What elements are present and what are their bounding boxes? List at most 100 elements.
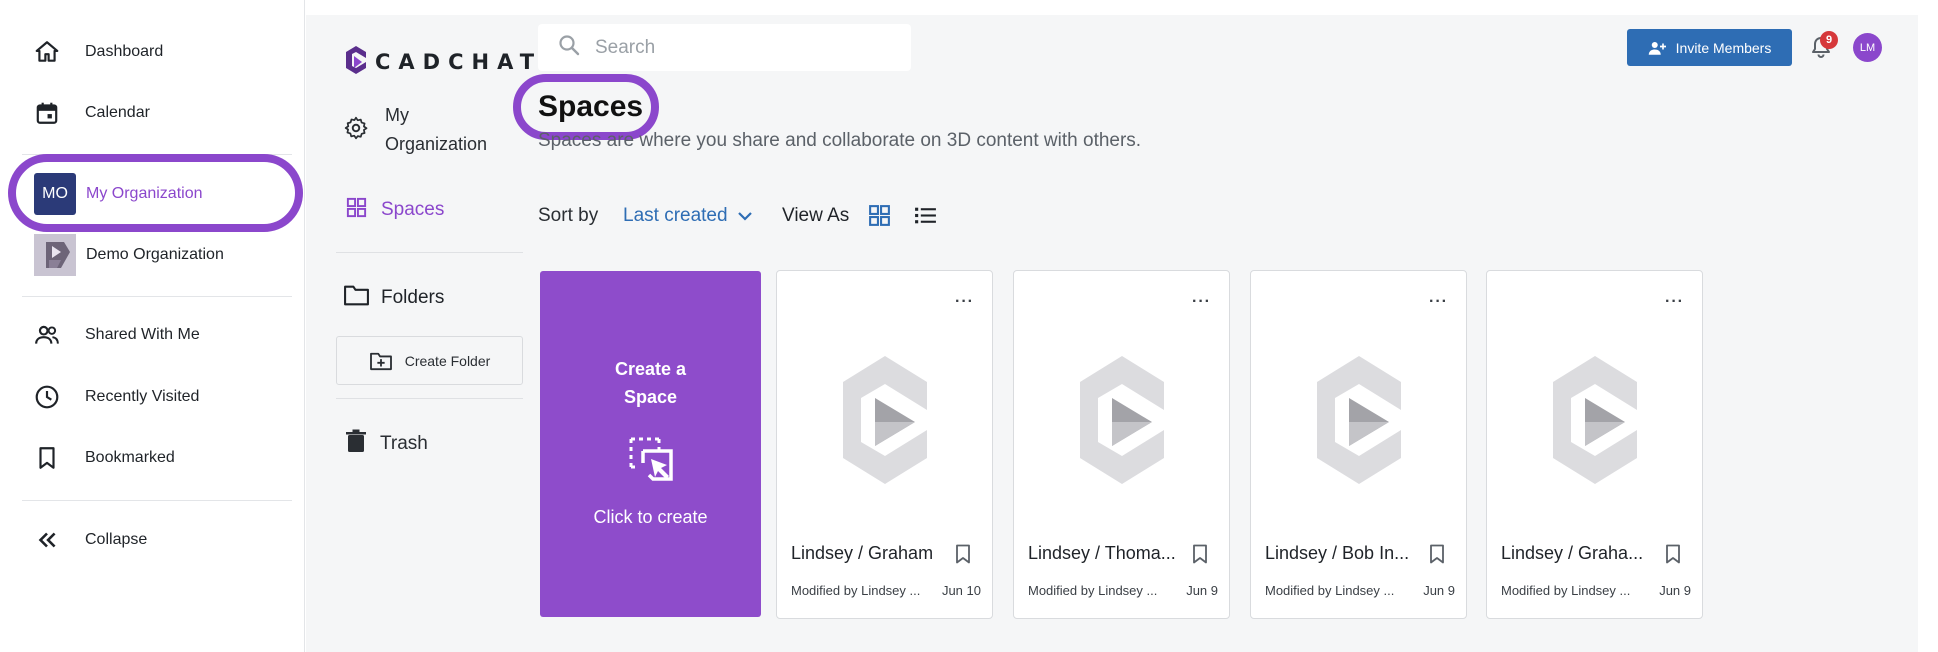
more-options-icon[interactable]: ··· xyxy=(1192,293,1211,311)
page-title: Spaces xyxy=(538,90,644,123)
space-meta: Modified by Lindsey ... Jun 9 xyxy=(1265,583,1455,598)
sidebar-item-calendar[interactable]: Calendar xyxy=(34,93,150,133)
subnav-org-settings[interactable]: My Organization xyxy=(343,101,495,159)
sidebar-org-label: My Organization xyxy=(86,185,203,202)
space-card[interactable]: ··· Lindsey / Thoma... Modified by Linds… xyxy=(1013,270,1230,619)
space-name: Lindsey / Thoma... xyxy=(1028,543,1176,563)
subnav-org-settings-label: My Organization xyxy=(385,105,488,154)
space-thumbnail-logo xyxy=(1313,352,1405,493)
space-name: Lindsey / Graham xyxy=(791,543,934,563)
sidebar-item-label: Shared With Me xyxy=(85,326,200,343)
list-view-button[interactable] xyxy=(913,203,938,233)
create-space-card[interactable]: Create a Space Click to create xyxy=(540,271,761,617)
cadchat-logo-icon xyxy=(346,46,366,74)
space-card[interactable]: ··· Lindsey / Graha... Modified by Linds… xyxy=(1486,270,1703,619)
cadchat-logo[interactable]: CADCHAT xyxy=(343,44,542,80)
bookmark-icon xyxy=(34,445,74,471)
sidebar-item-label: Recently Visited xyxy=(85,388,200,405)
list-view-icon xyxy=(915,207,936,224)
divider xyxy=(336,252,523,253)
grid-view-icon xyxy=(869,205,890,226)
sidebar-org-demo-organization[interactable]: Demo Organization xyxy=(34,233,224,277)
view-as-label: View As xyxy=(782,205,850,226)
space-thumbnail-logo xyxy=(1076,352,1168,493)
space-meta: Modified by Lindsey ... Jun 9 xyxy=(1501,583,1691,598)
invite-members-button[interactable]: Invite Members xyxy=(1627,29,1792,66)
notification-count-badge: 9 xyxy=(1820,31,1838,49)
folder-icon xyxy=(343,283,370,312)
subnav-spaces[interactable]: Spaces xyxy=(345,196,444,224)
create-space-subtitle: Click to create xyxy=(593,507,708,527)
bookmark-icon[interactable] xyxy=(1191,544,1209,569)
gear-icon xyxy=(343,115,369,146)
bookmark-icon[interactable] xyxy=(1664,544,1682,569)
search-bar xyxy=(538,24,911,71)
space-card[interactable]: ··· Lindsey / Graham Modified by Lindsey… xyxy=(776,270,993,619)
space-date: Jun 10 xyxy=(941,583,981,598)
space-name: Lindsey / Graha... xyxy=(1501,543,1644,563)
left-sidebar: Dashboard Calendar MO My Organization De… xyxy=(0,0,305,652)
folder-plus-icon xyxy=(369,352,392,370)
user-avatar[interactable]: LM xyxy=(1853,33,1882,62)
sidebar-item-dashboard[interactable]: Dashboard xyxy=(34,32,163,72)
chevron-down-icon xyxy=(737,212,752,221)
space-thumbnail-logo xyxy=(839,352,931,493)
divider xyxy=(22,154,292,155)
sidebar-item-bookmarked[interactable]: Bookmarked xyxy=(34,438,175,478)
more-options-icon[interactable]: ··· xyxy=(1665,293,1684,311)
more-options-icon[interactable]: ··· xyxy=(955,293,974,311)
sidebar-item-label: Calendar xyxy=(85,104,150,121)
space-modified-by: Modified by Lindsey ... xyxy=(791,583,921,598)
divider xyxy=(22,500,292,501)
create-folder-button[interactable]: Create Folder xyxy=(336,336,523,385)
divider xyxy=(22,296,292,297)
sidebar-item-label: Dashboard xyxy=(85,43,164,60)
org-avatar: MO xyxy=(34,173,76,215)
create-folder-label: Create Folder xyxy=(404,352,491,369)
sidebar-item-label: Bookmarked xyxy=(85,449,175,466)
sidebar-item-recently-visited[interactable]: Recently Visited xyxy=(34,377,199,417)
subnav-folders[interactable]: Folders xyxy=(343,283,444,312)
subnav-trash-label: Trash xyxy=(380,432,428,454)
clock-icon xyxy=(34,384,74,410)
subnav-trash[interactable]: Trash xyxy=(345,429,428,458)
people-icon xyxy=(34,322,74,348)
select-cursor-icon xyxy=(627,435,675,488)
sort-by-label: Sort by xyxy=(538,205,599,226)
more-options-icon[interactable]: ··· xyxy=(1429,293,1448,311)
grid-icon xyxy=(345,196,368,224)
grid-view-button[interactable] xyxy=(867,203,892,233)
subnav-folders-label: Folders xyxy=(381,286,445,308)
bookmark-icon[interactable] xyxy=(954,544,972,569)
create-space-title: Create a Space xyxy=(614,359,687,407)
space-modified-by: Modified by Lindsey ... xyxy=(1028,583,1158,598)
sort-dropdown[interactable]: Last created xyxy=(623,205,753,227)
collapse-label: Collapse xyxy=(85,531,148,548)
add-user-icon xyxy=(1648,41,1666,55)
divider xyxy=(336,398,523,399)
search-icon xyxy=(557,33,581,62)
collapse-button[interactable]: Collapse xyxy=(34,520,147,560)
space-date: Jun 9 xyxy=(1186,583,1218,598)
space-modified-by: Modified by Lindsey ... xyxy=(1265,583,1395,598)
space-thumbnail-logo xyxy=(1549,352,1641,493)
space-name: Lindsey / Bob In... xyxy=(1265,543,1410,563)
sidebar-org-label: Demo Organization xyxy=(86,246,224,263)
sort-value: Last created xyxy=(623,205,728,226)
space-date: Jun 9 xyxy=(1423,583,1455,598)
sidebar-org-my-organization[interactable]: MO My Organization xyxy=(34,172,203,216)
page-subtitle: Spaces are where you share and collabora… xyxy=(538,130,1142,151)
sidebar-item-shared-with-me[interactable]: Shared With Me xyxy=(34,315,200,355)
search-input[interactable] xyxy=(595,36,895,59)
space-date: Jun 9 xyxy=(1659,583,1691,598)
home-icon xyxy=(34,39,74,65)
space-meta: Modified by Lindsey ... Jun 10 xyxy=(791,583,981,598)
double-chevron-left-icon xyxy=(34,527,74,553)
space-meta: Modified by Lindsey ... Jun 9 xyxy=(1028,583,1218,598)
space-card[interactable]: ··· Lindsey / Bob In... Modified by Lind… xyxy=(1250,270,1467,619)
org-avatar-image xyxy=(34,234,76,276)
brand-name: CADCHAT xyxy=(375,50,543,74)
space-modified-by: Modified by Lindsey ... xyxy=(1501,583,1631,598)
calendar-icon xyxy=(34,100,74,126)
bookmark-icon[interactable] xyxy=(1428,544,1446,569)
